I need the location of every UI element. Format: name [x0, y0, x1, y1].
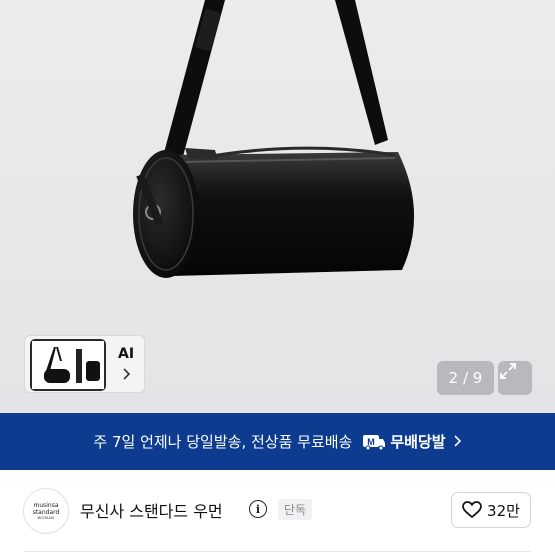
chevron-right-icon	[454, 433, 462, 451]
exclusive-tag: 단독	[278, 499, 312, 520]
heart-icon	[462, 501, 482, 519]
thumbnail-strip[interactable]	[24, 335, 145, 393]
ai-label[interactable]: AI	[118, 346, 134, 362]
product-image[interactable]: AI 2 / 9	[0, 0, 555, 413]
like-button[interactable]: 32만	[451, 492, 531, 528]
bag-thumbnail	[32, 341, 104, 389]
info-icon[interactable]: i	[249, 500, 267, 518]
divider	[24, 551, 531, 552]
musinsa-delivery-icon: M	[362, 433, 386, 451]
banner-brand: 무배당발	[390, 433, 446, 451]
like-count: 32만	[487, 501, 520, 520]
brand-name[interactable]: 무신사 스탠다드 우먼	[80, 498, 223, 522]
free-shipping-banner[interactable]: 주 7일 언제나 당일발송, 전상품 무료배송 M 무배당발	[0, 413, 555, 470]
thumbnail-selected[interactable]	[30, 339, 106, 391]
expand-icon	[500, 363, 516, 379]
brand-logo[interactable]: musinsa standard WOMAN	[23, 488, 69, 534]
svg-text:M: M	[368, 437, 376, 447]
banner-message: 주 7일 언제나 당일발송, 전상품 무료배송	[93, 433, 353, 451]
image-counter: 2 / 9	[437, 361, 494, 395]
expand-button[interactable]	[498, 361, 532, 395]
